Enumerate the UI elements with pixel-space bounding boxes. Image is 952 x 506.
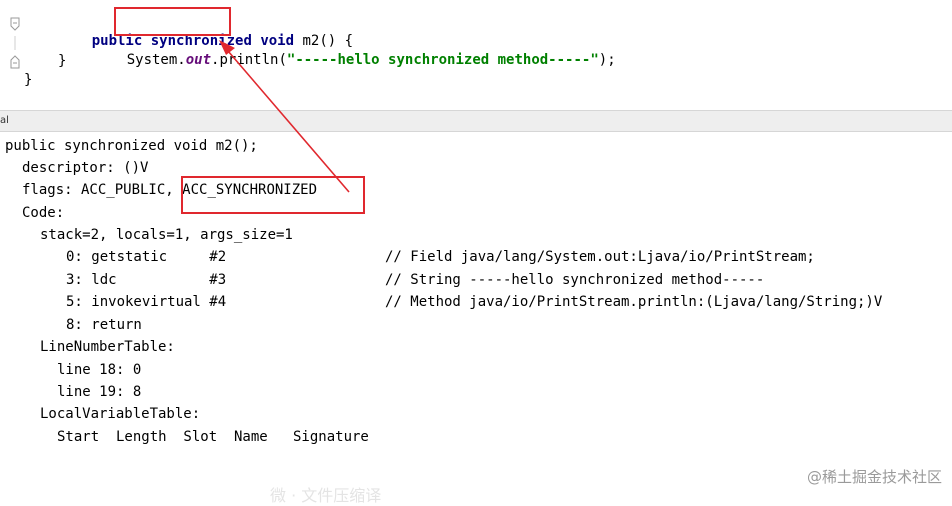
line-number-entry: line 19: 8	[57, 384, 142, 400]
watermark: @稀土掘金技术社区	[806, 468, 942, 486]
fold-end-icon[interactable]	[10, 55, 20, 69]
println-call: .println(	[211, 52, 287, 68]
instruction-op: 5: invokevirtual #4	[66, 294, 227, 310]
bytecode-output: public synchronized void m2(); descripto…	[0, 133, 952, 493]
instruction-op: 8: return	[66, 317, 142, 333]
background-faint-text: 微 · 文件压缩译	[270, 486, 382, 505]
instruction-comment: // Field java/lang/System.out:Ljava/io/P…	[385, 249, 815, 265]
panel-divider[interactable]: al	[0, 110, 952, 132]
synchronized-highlight-box	[114, 7, 231, 36]
instruction-comment: // Method java/io/PrintStream.println:(L…	[385, 294, 883, 310]
instruction-op: 0: getstatic #2	[66, 249, 227, 265]
system-class: System.	[126, 52, 186, 68]
stack-line: stack=2, locals=1, args_size=1	[40, 227, 293, 243]
instruction-op: 3: ldc #3	[66, 272, 227, 288]
string-literal: "-----hello synchronized method-----"	[286, 52, 599, 68]
code-line-close-method: }	[58, 53, 67, 69]
descriptor-line: descriptor: ()V	[22, 160, 149, 176]
line-number-table-label: LineNumberTable:	[40, 339, 175, 355]
line-number-entry: line 18: 0	[57, 362, 142, 378]
statement-end: );	[598, 52, 616, 68]
local-variable-table-label: LocalVariableTable:	[40, 406, 201, 422]
acc-synchronized-highlight-box	[181, 176, 365, 214]
code-label: Code:	[22, 205, 65, 221]
method-signature: public synchronized void m2();	[5, 138, 258, 154]
panel-label: al	[0, 115, 9, 126]
instruction-comment: // String -----hello synchronized method…	[385, 272, 765, 288]
code-line-close-class: }	[24, 72, 33, 88]
fold-marker-icon[interactable]	[10, 17, 20, 31]
flags-prefix: flags: ACC_PUBLIC,	[22, 182, 183, 198]
code-line-println: System.out.println("-----hello synchroni…	[93, 33, 616, 87]
fold-guide-icon	[10, 36, 20, 50]
code-editor[interactable]: public synchronized void m2() { System.o…	[0, 0, 952, 110]
out-field: out	[185, 52, 212, 68]
lvt-header: Start Length Slot Name Signature	[57, 429, 369, 445]
